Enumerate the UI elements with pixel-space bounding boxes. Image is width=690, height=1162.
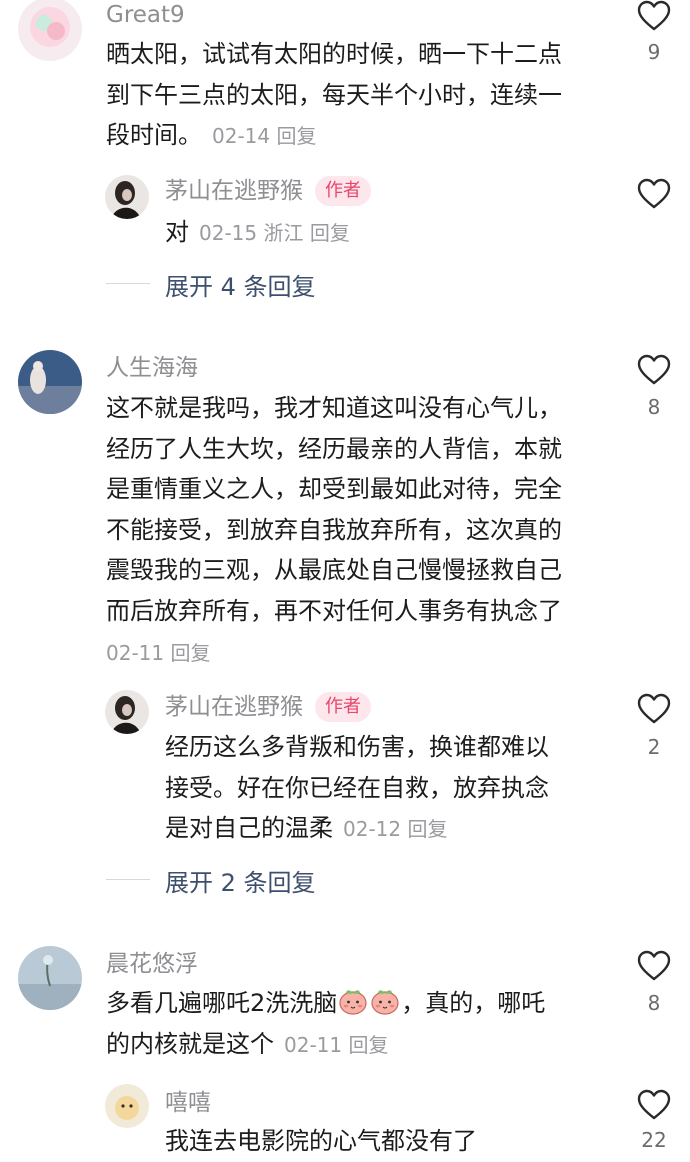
avatar[interactable] [18,0,82,61]
reply-username[interactable]: 茅山在逃野猴 作者 [165,692,371,722]
avatar-image [18,946,82,1010]
like-count: 8 [647,991,661,1015]
comment-text: 这不就是我吗，我才知道这叫没有心气儿， 经历了人生大坎，经历最亲的人背信，本就 … [106,394,562,625]
comment-meta[interactable]: 02-14 回复 [212,124,316,148]
comment-meta[interactable]: 02-11 回复 [284,1033,388,1057]
avatar[interactable] [105,690,149,734]
like-count: 22 [641,1128,667,1152]
author-badge: 作者 [315,692,371,722]
like-heart-icon[interactable] [637,950,671,982]
like-heart-icon[interactable] [637,693,671,725]
reply-text: 经历这么多背叛和伤害，换谁都难以 接受。好在你已经在自救，放弃执念 是对自己的温… [165,733,549,842]
reply-meta[interactable]: 02-15 浙江 回复 [199,221,350,245]
expand-divider [106,879,150,880]
avatar-image [18,0,82,61]
like-heart-icon[interactable] [637,178,671,210]
avatar-image [105,175,149,219]
avatar-image [105,690,149,734]
peach-face-emoji-icon [370,987,400,1015]
comment-meta[interactable]: 02-11 回复 [106,637,210,666]
comment-text: 晒太阳，试试有太阳的时候，晒一下十二点 到下午三点的太阳，每天半个小时，连续一 … [106,40,562,149]
like-heart-icon[interactable] [637,354,671,386]
like-count: 8 [647,395,661,419]
avatar[interactable] [105,1084,149,1128]
like-count: 9 [647,40,661,64]
like-heart-icon[interactable] [637,0,671,32]
avatar-image [18,350,82,414]
avatar-image [105,1084,149,1128]
comment-username[interactable]: 晨花悠浮 [106,949,198,979]
comment-username[interactable]: 人生海海 [106,353,198,383]
reply-meta[interactable]: 02-12 回复 [343,817,447,841]
comment-username[interactable]: Great9 [106,0,185,30]
author-badge: 作者 [315,176,371,206]
avatar[interactable] [18,946,82,1010]
comment-text: 多看几遍哪吒2洗洗脑 ，真的，哪吒 的内核就是这个 02-11 回复 [106,987,546,1058]
reply-text: 我连去电影院的心气都没有了 [165,1127,477,1155]
like-count: 2 [647,735,661,759]
expand-divider [106,283,150,284]
reply-text: 对 02-15 浙江 回复 [165,218,350,246]
expand-replies-link[interactable]: 展开 2 条回复 [165,863,316,898]
peach-face-emoji-icon [338,987,368,1015]
avatar[interactable] [105,175,149,219]
expand-replies-link[interactable]: 展开 4 条回复 [165,267,316,302]
reply-username[interactable]: 嘻嘻 [165,1088,211,1118]
avatar[interactable] [18,350,82,414]
like-heart-icon[interactable] [637,1089,671,1121]
reply-username[interactable]: 茅山在逃野猴 作者 [165,176,371,206]
